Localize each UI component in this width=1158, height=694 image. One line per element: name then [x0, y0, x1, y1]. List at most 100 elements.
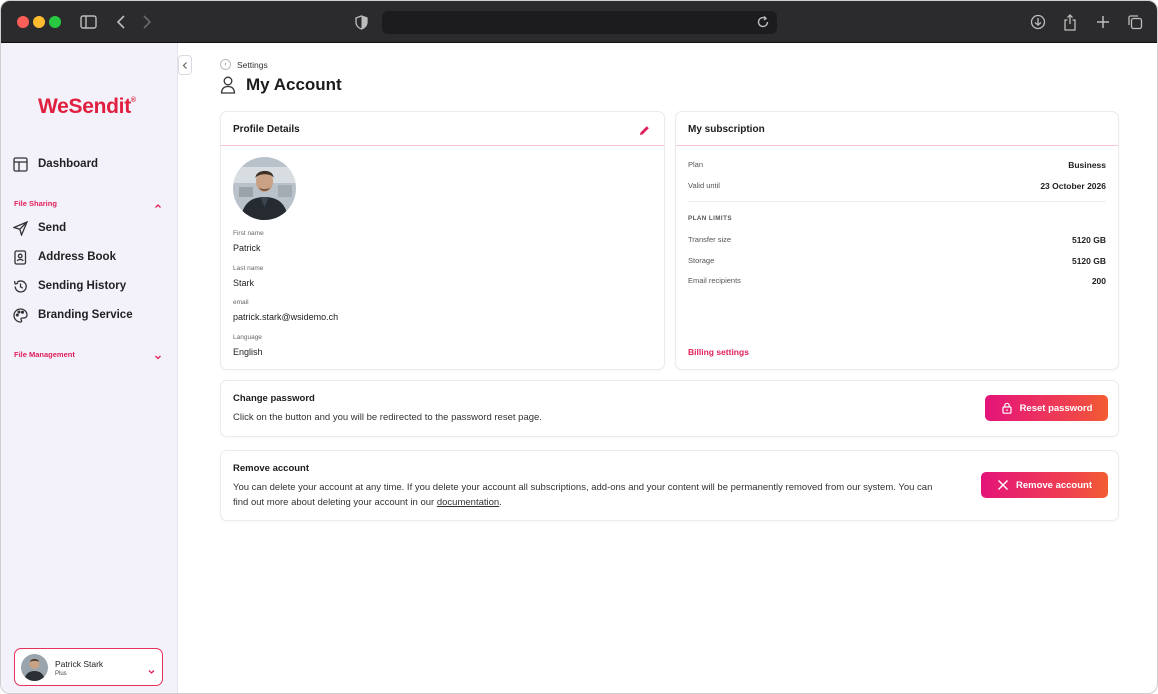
palette-icon	[13, 307, 29, 323]
limit-label: Email recipients	[688, 276, 741, 285]
documentation-link[interactable]: documentation	[437, 497, 499, 508]
forward-icon[interactable]	[137, 12, 157, 32]
plan-row: Plan Business	[688, 160, 1106, 172]
section-title: Change password	[233, 393, 315, 404]
profile-photo	[233, 157, 296, 220]
user-name: Patrick Stark	[55, 659, 104, 669]
card-header: My subscription	[676, 112, 1118, 146]
user-icon	[220, 76, 236, 94]
sidebar-item-label: Send	[38, 222, 67, 234]
privacy-shield-icon[interactable]	[351, 12, 371, 32]
description-line: find out more about deleting your accoun…	[233, 497, 435, 508]
remove-account-card: Remove account You can delete your accou…	[220, 450, 1119, 521]
section-description: Click on the button and you will be redi…	[233, 412, 542, 423]
address-bar[interactable]	[382, 11, 777, 34]
user-plan: Plus	[55, 671, 67, 677]
sidebar-item-send[interactable]: Send	[13, 218, 66, 238]
edit-icon[interactable]	[639, 123, 650, 135]
back-circle-icon[interactable]: ‹	[220, 59, 231, 70]
sidebar-item-dashboard[interactable]: Dashboard	[13, 154, 98, 174]
valid-until-row: Valid until 23 October 2026	[688, 181, 1106, 193]
sidebar-item-branding-service[interactable]: Branding Service	[13, 305, 133, 325]
download-icon[interactable]	[1028, 12, 1048, 32]
chevron-down-icon[interactable]	[153, 349, 163, 360]
last-name-value: Stark	[233, 278, 255, 288]
send-icon	[13, 220, 29, 236]
logo-text: WeSendit	[38, 95, 131, 118]
share-icon[interactable]	[1060, 12, 1080, 32]
section-file-sharing[interactable]: File Sharing	[14, 199, 57, 208]
plan-limits-heading: PLAN LIMITS	[688, 215, 732, 222]
reset-password-button[interactable]: Reset password	[985, 395, 1108, 421]
sidebar-item-label: Sending History	[38, 280, 127, 292]
reload-icon[interactable]	[755, 14, 771, 30]
section-description: You can delete your account at any time.…	[233, 480, 963, 510]
change-password-card: Change password Click on the button and …	[220, 380, 1119, 437]
first-name-label: First name	[233, 230, 264, 237]
billing-settings-link[interactable]: Billing settings	[688, 347, 749, 357]
language-value: English	[233, 347, 263, 357]
new-tab-icon[interactable]	[1093, 12, 1113, 32]
page-title: My Account	[220, 75, 342, 95]
minimize-window-button[interactable]	[33, 16, 45, 28]
logo-registered-mark: ®	[130, 97, 136, 104]
description-period: .	[499, 497, 502, 508]
limit-value: 5120 GB	[1071, 235, 1106, 245]
chevron-down-icon	[147, 663, 156, 674]
browser-window: WeSendit® Dashboard File Sharing Send Ad…	[0, 0, 1158, 694]
divider	[688, 201, 1106, 202]
plan-label: Plan	[688, 160, 704, 169]
breadcrumb-label[interactable]: Settings	[237, 60, 268, 70]
first-name-value: Patrick	[233, 243, 261, 253]
profile-details-card: Profile Details First name Patrick Last …	[220, 111, 665, 370]
limit-label: Transfer size	[688, 235, 732, 244]
chevron-up-icon[interactable]	[153, 198, 163, 208]
user-menu[interactable]: Patrick Stark Plus	[14, 648, 163, 686]
dashboard-icon	[13, 156, 29, 172]
close-window-button[interactable]	[17, 16, 29, 28]
sidebar-item-address-book[interactable]: Address Book	[13, 247, 116, 267]
page-title-text: My Account	[246, 75, 342, 94]
button-label: Reset password	[1019, 402, 1093, 414]
remove-account-button[interactable]: Remove account	[981, 472, 1108, 498]
collapse-sidebar-button[interactable]	[178, 55, 192, 75]
browser-toolbar	[1, 1, 1157, 43]
back-icon[interactable]	[111, 12, 131, 32]
sidebar-item-sending-history[interactable]: Sending History	[13, 276, 126, 296]
email-recipients-row: Email recipients 200	[688, 276, 1106, 288]
card-title: Profile Details	[233, 124, 300, 135]
valid-until-label: Valid until	[688, 181, 720, 190]
storage-row: Storage 5120 GB	[688, 256, 1106, 268]
valid-until-value: 23 October 2026	[1040, 181, 1106, 191]
email-value: patrick.stark@wsidemo.ch	[233, 312, 339, 322]
subscription-card: My subscription Plan Business Valid unti…	[675, 111, 1119, 370]
email-label: email	[233, 299, 249, 306]
plan-value: Business	[1068, 160, 1106, 170]
breadcrumb[interactable]: ‹ Settings	[220, 59, 268, 70]
history-icon	[13, 278, 29, 294]
section-file-management[interactable]: File Management	[14, 350, 75, 359]
section-title: Remove account	[233, 463, 310, 474]
description-line: You can delete your account at any time.…	[233, 482, 933, 493]
language-label: Language	[233, 334, 262, 341]
sidebar-item-label: Branding Service	[38, 309, 133, 321]
lock-icon	[1001, 402, 1013, 414]
card-header: Profile Details	[221, 112, 664, 146]
transfer-size-row: Transfer size 5120 GB	[688, 235, 1106, 247]
limit-label: Storage	[688, 256, 715, 265]
chevron-left-icon	[182, 61, 187, 69]
maximize-window-button[interactable]	[49, 16, 61, 28]
sidebar-toggle-icon[interactable]	[78, 12, 98, 32]
sidebar: WeSendit® Dashboard File Sharing Send Ad…	[1, 43, 178, 693]
close-icon	[997, 479, 1009, 491]
avatar	[21, 654, 48, 681]
limit-value: 5120 GB	[1071, 256, 1106, 266]
button-label: Remove account	[1015, 479, 1093, 491]
tab-overview-icon[interactable]	[1125, 12, 1145, 32]
wesendit-logo[interactable]: WeSendit®	[38, 95, 136, 119]
card-title: My subscription	[688, 124, 765, 135]
limit-value: 200	[1091, 276, 1106, 286]
address-book-icon	[13, 249, 29, 265]
sidebar-item-label: Address Book	[38, 251, 116, 263]
last-name-label: Last name	[233, 265, 264, 272]
